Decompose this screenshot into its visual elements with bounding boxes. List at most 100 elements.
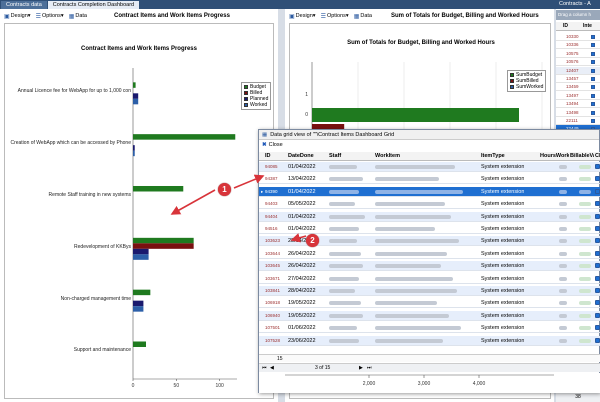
table-row[interactable]: 103671 27/04/2022 System extension bbox=[259, 274, 600, 284]
contract-row[interactable]: 10576 bbox=[556, 58, 600, 67]
cell-checkbox[interactable] bbox=[595, 275, 600, 281]
cell-hours-redacted bbox=[559, 313, 567, 318]
cell-checkbox[interactable] bbox=[595, 300, 600, 306]
contract-row[interactable]: 13457 bbox=[556, 75, 600, 83]
category-label: Remote Staff training in new systems bbox=[48, 191, 131, 198]
tab-contracts-data[interactable]: Contracts data bbox=[1, 1, 47, 9]
cell-checkbox[interactable] bbox=[595, 337, 600, 343]
col-id[interactable]: ID bbox=[265, 153, 271, 159]
contract-row[interactable]: 22111 bbox=[556, 117, 600, 125]
contract-checkbox[interactable] bbox=[591, 60, 595, 65]
cell-checkbox[interactable] bbox=[595, 288, 600, 293]
cell-id: 94390 bbox=[265, 188, 278, 194]
left-chart-panel: ▣ Design ▾ ☰ Options ▾ ▦ Data Contract Items … bbox=[0, 9, 278, 402]
contract-checkbox[interactable] bbox=[591, 85, 595, 90]
cell-itemtype: System extension bbox=[481, 337, 525, 344]
table-row[interactable]: ▸ 94390 01/04/2022 System extension bbox=[259, 186, 600, 197]
col-billablevalue[interactable]: BillableValue bbox=[570, 153, 594, 159]
cell-checkbox[interactable] bbox=[595, 226, 600, 231]
pager-prev-icon[interactable]: ◀ bbox=[270, 364, 274, 373]
cell-staff-redacted bbox=[329, 239, 357, 244]
col-id[interactable]: ID bbox=[563, 22, 568, 31]
contract-row[interactable]: 13459 bbox=[556, 83, 600, 92]
cell-checkbox[interactable] bbox=[595, 164, 600, 169]
contract-checkbox[interactable] bbox=[591, 110, 595, 115]
contract-row[interactable]: 10330 bbox=[556, 33, 600, 41]
contract-checkbox[interactable] bbox=[591, 35, 595, 39]
col-staff[interactable]: Staff bbox=[329, 153, 341, 159]
left-chart-legend: Budget Billed Planned Worked bbox=[241, 82, 272, 110]
cell-checkbox[interactable] bbox=[595, 238, 600, 244]
table-row[interactable]: 107501 01/06/2022 System extension bbox=[259, 323, 600, 334]
cell-datedone: 19/05/2022 bbox=[288, 300, 316, 307]
cell-billable-redacted bbox=[579, 202, 591, 207]
table-row[interactable]: 103841 28/04/2022 System extension bbox=[259, 286, 600, 296]
contract-checkbox[interactable] bbox=[591, 51, 595, 56]
cell-hours-redacted bbox=[559, 251, 567, 256]
contract-id: 12407 bbox=[566, 67, 579, 73]
document-tabs: Contracts data Contracts Completion Dash… bbox=[0, 0, 600, 9]
contract-checkbox[interactable] bbox=[591, 77, 595, 81]
table-row[interactable]: 94404 01/04/2022 System extension bbox=[259, 211, 600, 222]
contract-row[interactable]: 10575 bbox=[556, 50, 600, 58]
contract-checkbox[interactable] bbox=[591, 43, 595, 48]
contract-checkbox[interactable] bbox=[591, 119, 595, 123]
cell-itemtype: System extension bbox=[481, 213, 525, 220]
contract-row[interactable]: 10336 bbox=[556, 41, 600, 50]
bar-budget bbox=[133, 185, 184, 192]
annotation-marker-2: 2 bbox=[306, 234, 319, 247]
table-row[interactable]: 106918 19/05/2022 System extension bbox=[259, 298, 600, 309]
table-row[interactable]: 103645 26/04/2022 System extension bbox=[259, 261, 600, 272]
cell-checkbox[interactable] bbox=[595, 263, 600, 269]
pager-first-icon[interactable]: ⏮ bbox=[262, 364, 267, 373]
x-tick-label: 3,000 bbox=[418, 381, 431, 387]
cell-checkbox[interactable] bbox=[595, 312, 600, 318]
cell-staff-redacted bbox=[329, 326, 357, 331]
col-hoursworked[interactable]: HoursWorked bbox=[540, 153, 569, 159]
data-menu[interactable]: ▦ Data bbox=[69, 13, 87, 20]
col-inte[interactable]: Inte bbox=[583, 22, 592, 31]
cell-checkbox[interactable] bbox=[595, 250, 600, 256]
contract-row[interactable]: 13494 bbox=[556, 100, 600, 109]
cell-checkbox[interactable] bbox=[595, 213, 600, 219]
cell-checkbox[interactable] bbox=[595, 176, 600, 182]
dialog-close-button[interactable]: ✖ Close bbox=[262, 142, 283, 148]
design-menu[interactable]: ▣ Design ▾ bbox=[289, 13, 316, 20]
cell-workitem-redacted bbox=[375, 214, 451, 219]
table-row[interactable]: 94085 01/04/2022 System extension bbox=[259, 162, 600, 172]
contract-checkbox[interactable] bbox=[591, 102, 595, 107]
contract-checkbox[interactable] bbox=[591, 93, 595, 98]
cell-billable-redacted bbox=[579, 338, 591, 343]
x-tick-label: 100 bbox=[215, 383, 224, 389]
table-row[interactable]: 107528 23/06/2022 System extension bbox=[259, 335, 600, 346]
cell-billable-redacted bbox=[579, 326, 591, 331]
tab-contracts-dashboard[interactable]: Contracts Completion Dashboard bbox=[47, 1, 140, 9]
col-itemtype[interactable]: ItemType bbox=[481, 153, 505, 159]
table-row[interactable]: 94387 13/04/2022 System extension bbox=[259, 174, 600, 185]
cell-checkbox[interactable] bbox=[595, 325, 600, 331]
options-menu[interactable]: ☰ Options ▾ bbox=[321, 13, 349, 20]
cell-checkbox[interactable] bbox=[595, 188, 600, 194]
contract-checkbox[interactable] bbox=[591, 68, 595, 73]
options-menu[interactable]: ☰ Options ▾ bbox=[36, 13, 64, 20]
left-panel-title: Contract Items and Work Items Progress bbox=[113, 13, 230, 19]
contract-row[interactable]: 13497 bbox=[556, 92, 600, 100]
cell-itemtype: System extension bbox=[481, 238, 525, 245]
table-row[interactable]: 106940 19/05/2022 System extension bbox=[259, 310, 600, 321]
data-menu[interactable]: ▦ Data bbox=[354, 13, 372, 20]
table-row[interactable]: 94516 01/04/2022 System extension bbox=[259, 224, 600, 234]
table-row[interactable]: 103644 26/04/2022 System extension bbox=[259, 249, 600, 259]
table-row[interactable]: 94403 05/05/2022 System extension bbox=[259, 199, 600, 210]
cell-workitem-redacted bbox=[375, 301, 437, 306]
cell-checkbox[interactable] bbox=[595, 201, 600, 207]
col-workitem[interactable]: WorkItem bbox=[375, 153, 400, 159]
contract-row[interactable]: 13498 bbox=[556, 109, 600, 117]
contract-row[interactable]: 12407 bbox=[556, 66, 600, 75]
col-ch[interactable]: Ch bbox=[595, 153, 600, 159]
group-by-hint: Drag a column h bbox=[556, 10, 600, 20]
cell-billable-redacted bbox=[579, 189, 591, 194]
cell-id: 94085 bbox=[265, 164, 278, 169]
design-menu[interactable]: ▣ Design ▾ bbox=[4, 13, 31, 20]
col-datedone[interactable]: DateDone bbox=[288, 153, 314, 159]
cell-billable-redacted bbox=[579, 177, 591, 182]
